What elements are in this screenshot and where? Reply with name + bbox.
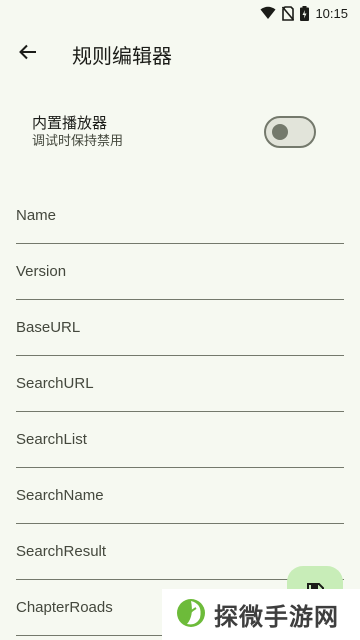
page-title: 规则编辑器 <box>72 43 172 68</box>
field-label: SearchName <box>16 487 104 504</box>
status-bar: 10:15 <box>0 0 360 26</box>
base-url-field[interactable]: BaseURL <box>16 300 344 356</box>
search-list-field[interactable]: SearchList <box>16 412 344 468</box>
field-label: SearchURL <box>16 375 94 392</box>
name-field[interactable]: Name <box>16 188 344 244</box>
setting-subtitle: 调试时保持禁用 <box>32 134 124 149</box>
builtin-player-switch[interactable] <box>264 116 316 148</box>
field-label: SearchResult <box>16 543 107 560</box>
field-label: BaseURL <box>16 319 81 336</box>
field-label: Version <box>16 263 67 280</box>
setting-texts: 内置播放器 调试时保持禁用 <box>32 113 123 151</box>
search-url-field[interactable]: SearchURL <box>16 356 344 412</box>
top-app-bar: 规则编辑器 <box>0 26 360 82</box>
version-field[interactable]: Version <box>16 244 344 300</box>
battery-charging-icon <box>300 5 310 21</box>
switch-thumb <box>272 124 288 140</box>
back-button[interactable] <box>0 26 56 82</box>
search-name-field[interactable]: SearchName <box>16 468 344 524</box>
leaf-logo-icon <box>174 596 208 634</box>
watermark-text: 探微手游网 <box>214 603 339 631</box>
builtin-player-setting[interactable]: 内置播放器 调试时保持禁用 <box>0 100 360 164</box>
field-label: SearchList <box>16 431 87 448</box>
setting-title: 内置播放器 <box>32 114 108 132</box>
arrow-back-icon <box>18 42 38 66</box>
wifi-icon <box>260 6 276 20</box>
no-sim-icon <box>282 5 295 21</box>
field-label: Name <box>16 207 57 224</box>
field-label: ChapterRoads <box>16 599 113 616</box>
watermark: 探微手游网 <box>162 589 360 640</box>
status-time: 10:15 <box>315 5 348 21</box>
